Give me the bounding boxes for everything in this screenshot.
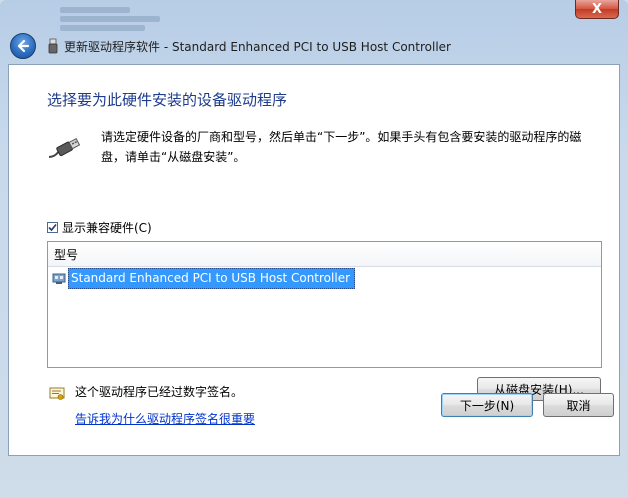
list-item-label: Standard Enhanced PCI to USB Host Contro… (68, 267, 356, 289)
usb-plug-icon (48, 138, 81, 158)
signature-status-text: 这个驱动程序已经过数字签名。 (75, 385, 244, 399)
list-item[interactable]: Standard Enhanced PCI to USB Host Contro… (52, 267, 356, 289)
usb-controller-icon (52, 273, 66, 284)
signed-driver-icon (49, 387, 65, 400)
show-compatible-label: 显示兼容硬件(C) (62, 221, 152, 235)
model-listbox[interactable]: 型号 Standard Enhanced PCI to USB Host Con… (47, 241, 602, 368)
window-frame: X 更新驱动程序软件 - Standard Enhanced PCI to US… (0, 0, 628, 498)
show-compatible-checkbox[interactable] (47, 222, 58, 233)
wizard-header: 更新驱动程序软件 - Standard Enhanced PCI to USB … (8, 30, 620, 62)
close-icon: X (591, 1, 603, 17)
background-window-ghost (60, 4, 170, 31)
page-heading: 选择要为此硬件安装的设备驱动程序 (47, 91, 288, 109)
show-compatible-row[interactable]: 显示兼容硬件(C) (47, 219, 152, 236)
window-title: 更新驱动程序软件 - Standard Enhanced PCI to USB … (64, 40, 451, 54)
cancel-button[interactable]: 取消 (543, 393, 614, 417)
column-header-model[interactable]: 型号 (48, 242, 601, 267)
checkmark-icon (48, 223, 57, 232)
close-button[interactable]: X (575, 0, 619, 19)
next-button[interactable]: 下一步(N) (441, 393, 533, 417)
back-arrow-icon (17, 39, 30, 53)
column-header-label: 型号 (54, 247, 79, 262)
back-button[interactable] (10, 33, 36, 59)
instruction-text: 请选定硬件设备的厂商和型号，然后单击“下一步”。如果手头有包含要安装的驱动程序的… (101, 130, 582, 164)
signature-info-link[interactable]: 告诉我为什么驱动程序签名很重要 (75, 410, 255, 427)
usb-device-icon (48, 38, 58, 54)
